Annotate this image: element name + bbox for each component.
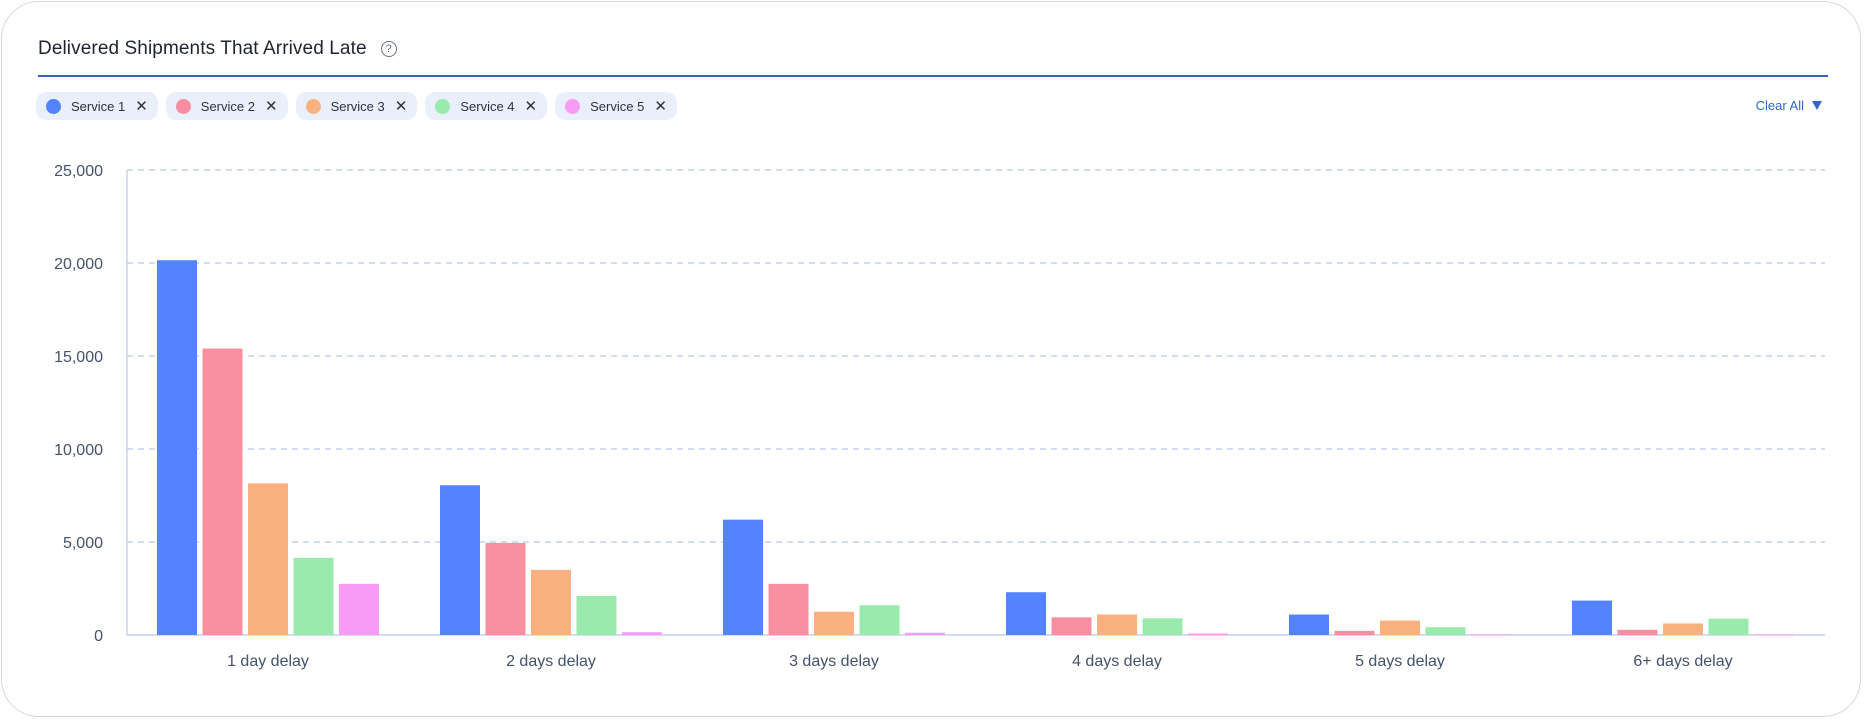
bar bbox=[576, 595, 617, 635]
bar bbox=[1425, 627, 1466, 635]
x-tick-label: 3 days delay bbox=[789, 653, 879, 670]
bar bbox=[622, 632, 662, 635]
bar bbox=[723, 519, 763, 635]
y-tick-label: 5,000 bbox=[63, 535, 103, 552]
bar bbox=[1334, 630, 1375, 635]
bar bbox=[1617, 629, 1658, 635]
y-tick-label: 10,000 bbox=[54, 442, 103, 459]
bar bbox=[1754, 634, 1794, 635]
bar bbox=[440, 485, 480, 635]
bar bbox=[905, 632, 945, 635]
bar bbox=[1289, 614, 1329, 635]
bar bbox=[339, 583, 379, 635]
x-tick-label: 1 day delay bbox=[227, 653, 309, 670]
bar bbox=[157, 260, 197, 635]
y-tick-label: 15,000 bbox=[54, 349, 103, 366]
bar bbox=[1188, 633, 1228, 635]
bar bbox=[1663, 623, 1703, 635]
y-tick-label: 20,000 bbox=[54, 256, 103, 273]
x-tick-label: 6+ days delay bbox=[1633, 653, 1732, 670]
y-tick-label: 0 bbox=[94, 628, 103, 645]
bar bbox=[248, 483, 288, 635]
bar bbox=[1572, 600, 1612, 635]
bar bbox=[531, 569, 571, 635]
bar-chart: 0 5,000 10,000 15,000 20,000 25,000 1 day dela… bbox=[54, 163, 1825, 670]
bar bbox=[293, 557, 334, 635]
bar bbox=[1471, 634, 1511, 635]
bar bbox=[768, 583, 809, 635]
bar bbox=[1380, 620, 1420, 635]
bar bbox=[1006, 592, 1046, 635]
bar bbox=[814, 611, 854, 635]
bar bbox=[1097, 614, 1137, 635]
bar bbox=[1708, 618, 1749, 635]
bar bbox=[859, 605, 900, 635]
x-tick-label: 5 days delay bbox=[1355, 653, 1445, 670]
bar bbox=[1142, 618, 1183, 635]
bar bbox=[485, 542, 526, 635]
x-tick-label: 2 days delay bbox=[506, 653, 596, 670]
bar bbox=[202, 348, 243, 635]
bar bbox=[1051, 617, 1092, 635]
x-tick-label: 4 days delay bbox=[1072, 653, 1162, 670]
y-tick-label: 25,000 bbox=[54, 163, 103, 180]
